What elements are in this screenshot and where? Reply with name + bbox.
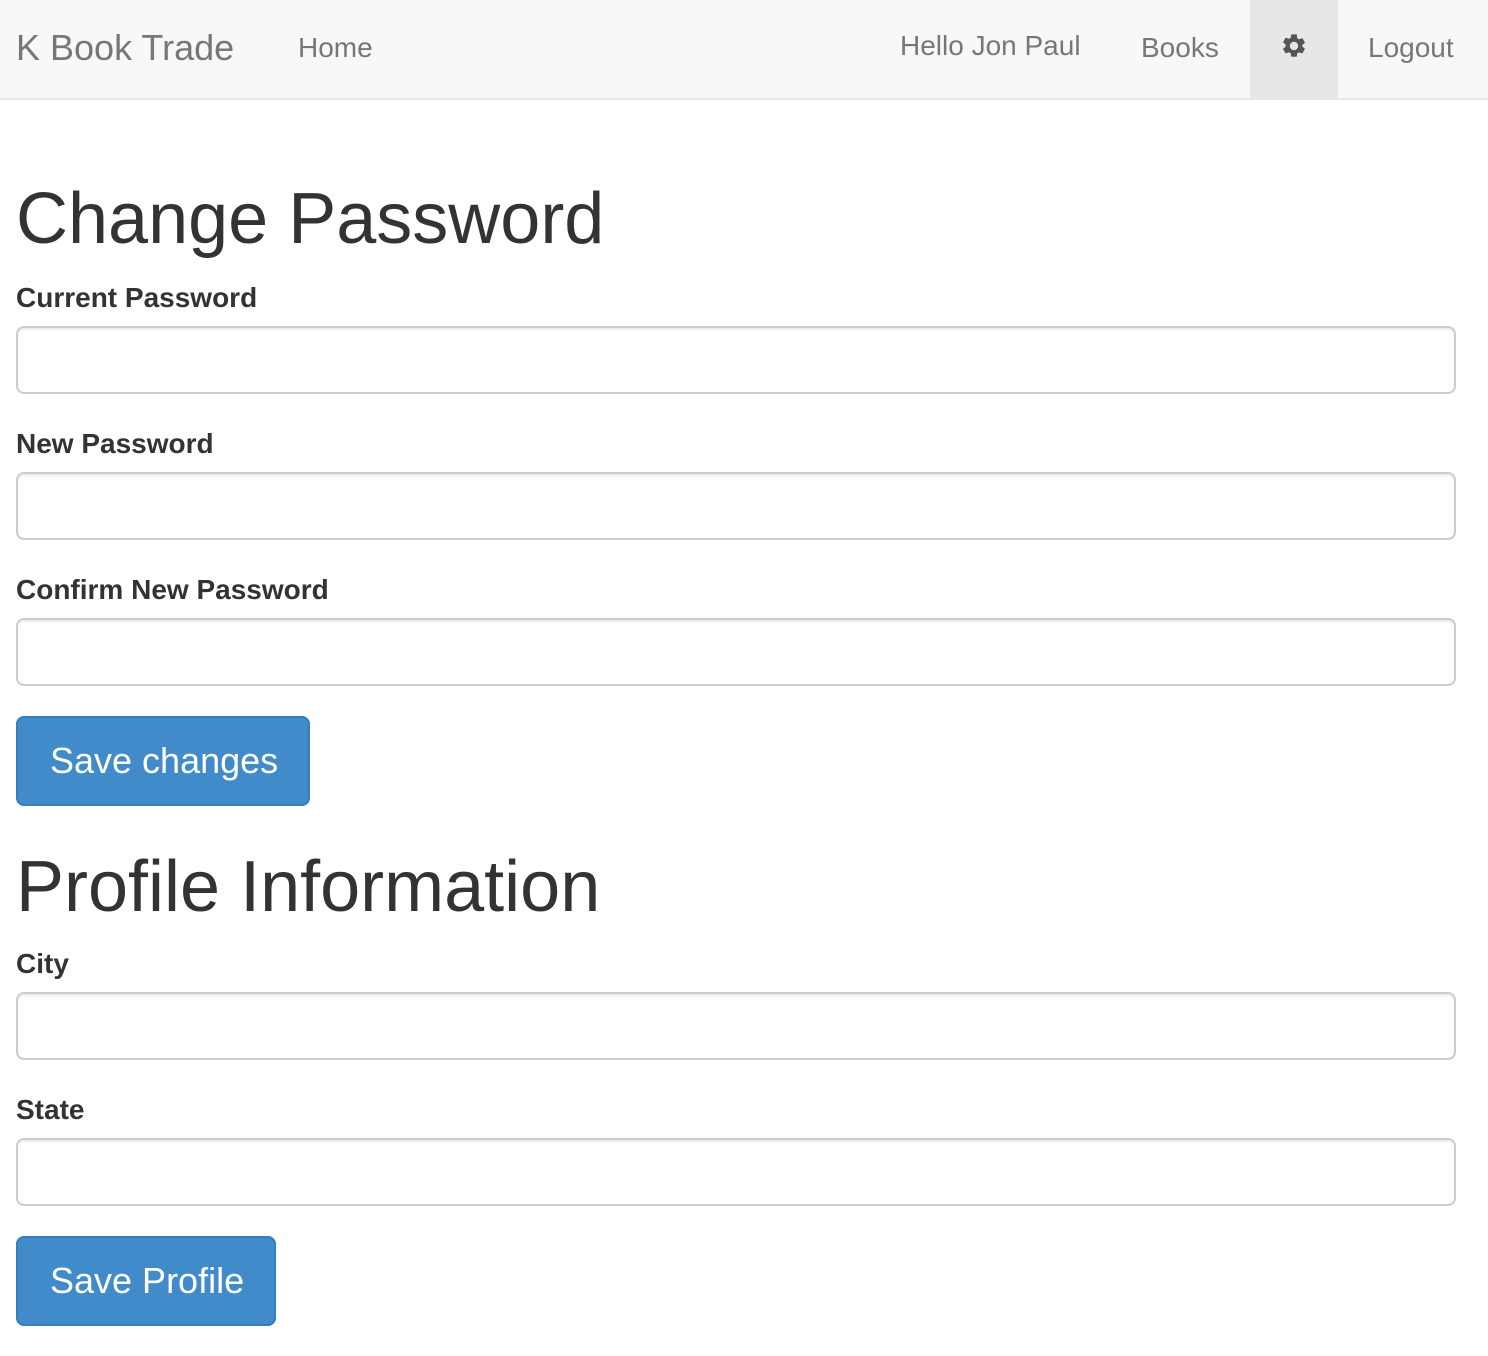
city-input[interactable] bbox=[16, 992, 1456, 1060]
top-navbar: K Book Trade Home Hello Jon Paul Books L… bbox=[0, 0, 1488, 100]
state-label: State bbox=[16, 1094, 85, 1125]
current-password-input[interactable] bbox=[16, 326, 1456, 394]
change-password-heading: Change Password bbox=[16, 179, 605, 259]
save-changes-button[interactable]: Save changes bbox=[16, 716, 310, 806]
nav-user-greeting[interactable]: Hello Jon Paul bbox=[900, 0, 1081, 98]
save-profile-button[interactable]: Save Profile bbox=[16, 1236, 276, 1326]
new-password-input[interactable] bbox=[16, 472, 1456, 540]
state-input[interactable] bbox=[16, 1138, 1456, 1206]
new-password-label: New Password bbox=[16, 428, 214, 459]
city-label: City bbox=[16, 948, 69, 979]
nav-books-link[interactable]: Books bbox=[1141, 0, 1219, 98]
nav-home-link[interactable]: Home bbox=[298, 0, 373, 98]
nav-logout-link[interactable]: Logout bbox=[1368, 0, 1454, 98]
confirm-password-input[interactable] bbox=[16, 618, 1456, 686]
confirm-password-label: Confirm New Password bbox=[16, 574, 329, 605]
nav-settings-link[interactable] bbox=[1250, 0, 1338, 98]
gear-icon bbox=[1283, 34, 1305, 57]
brand-link[interactable]: K Book Trade bbox=[16, 0, 234, 98]
current-password-label: Current Password bbox=[16, 282, 258, 313]
profile-information-heading: Profile Information bbox=[16, 847, 601, 927]
